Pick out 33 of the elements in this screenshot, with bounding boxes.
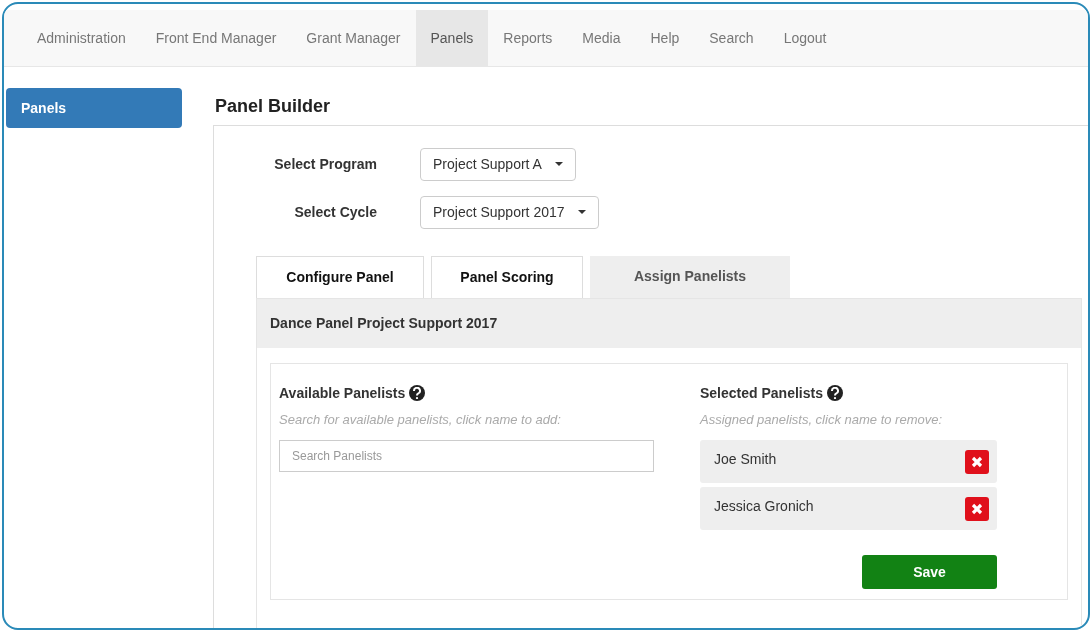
help-icon[interactable] <box>409 385 426 401</box>
field-label: Select Cycle <box>293 202 377 222</box>
save-button[interactable]: Save <box>862 555 997 589</box>
hint-text: Assigned panelists, click name to remove: <box>700 410 944 429</box>
nav-link[interactable]: Reports <box>488 10 568 66</box>
nav-link[interactable]: Search <box>694 10 769 66</box>
nav-link[interactable]: Media <box>567 10 636 66</box>
nav-link[interactable]: Panels <box>415 10 489 66</box>
nav-link[interactable]: Logout <box>768 10 842 66</box>
tab[interactable]: Assign Panelists <box>590 255 790 298</box>
panel-heading: Dance Panel Project Support 2017 <box>270 313 498 333</box>
search-field[interactable]: Search Panelists <box>279 440 654 472</box>
tab[interactable]: Configure Panel <box>256 255 424 298</box>
caret-icon <box>577 210 586 214</box>
caret-icon <box>554 162 563 166</box>
section-title: Available Panelists <box>279 383 406 403</box>
page-title: Panel Builder <box>215 95 332 118</box>
panelist-item[interactable]: Joe Smith <box>700 440 997 483</box>
dropdown[interactable]: Project Support A <box>420 147 576 181</box>
sidebar-item[interactable]: Panels <box>6 88 182 128</box>
section-title: Selected Panelists <box>700 383 823 403</box>
panelist-item[interactable]: Jessica Gronich <box>700 487 997 530</box>
field-label: Select Program <box>273 154 377 174</box>
nav-link[interactable]: Grant Manager <box>291 10 416 66</box>
nav-link[interactable]: Help <box>635 10 695 66</box>
dropdown[interactable]: Project Support 2017 <box>420 195 599 229</box>
help-icon[interactable] <box>826 385 843 401</box>
nav-link[interactable]: Front End Manager <box>140 10 292 66</box>
nav-link[interactable]: Administration <box>22 10 141 66</box>
remove-icon[interactable] <box>965 497 989 521</box>
hint-text: Search for available panelists, click name to add: <box>279 410 562 429</box>
remove-icon[interactable] <box>965 450 989 474</box>
tab[interactable]: Panel Scoring <box>431 255 583 298</box>
